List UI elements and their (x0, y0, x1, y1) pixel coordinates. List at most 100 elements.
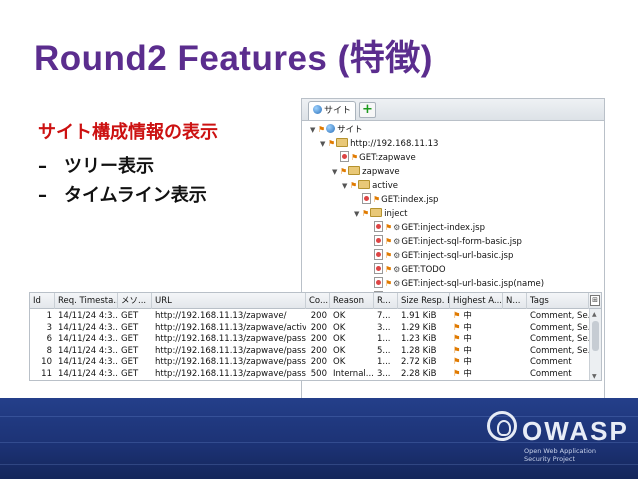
table-cell: 200 (310, 322, 327, 333)
gear-icon: ⚙ (393, 251, 401, 260)
table-cell: 200 (310, 334, 327, 345)
column-header[interactable]: N... (503, 293, 527, 309)
scroll-up-icon[interactable]: ▲ (592, 311, 597, 318)
table-cell: Comment, Se... (530, 334, 589, 345)
column-header[interactable]: Id (30, 293, 55, 309)
table-cell: 1.23 KiB (401, 334, 437, 345)
alert-flag-icon: ⚑ (453, 334, 464, 345)
alert-flag-icon: ⚑ (453, 345, 464, 356)
tree-node[interactable]: ▼ ⚑ zapwave (332, 165, 400, 179)
tree-node-label: GET:index.jsp (381, 195, 439, 205)
scroll-thumb[interactable] (592, 321, 599, 351)
gear-icon: ⚙ (393, 237, 401, 246)
column-header[interactable]: Co... (306, 293, 330, 309)
alert-flag-icon: ⚑ (453, 357, 464, 368)
alert-flag-icon: ⚑ (318, 125, 326, 134)
alert-flag-icon: ⚑ (385, 251, 393, 260)
alert-level: 中 (463, 357, 472, 368)
alert-flag-icon: ⚑ (340, 167, 348, 176)
table-cell: GET (121, 345, 139, 356)
bullet-item: – タイムライン表示 (38, 181, 207, 207)
table-row[interactable]: 6 14/11/24 4:3... GET http://192.168.11.13/… (30, 334, 590, 346)
column-header[interactable]: Tags (527, 293, 589, 309)
owasp-logo-icon (487, 411, 517, 441)
sites-tab-bar: サイト + (302, 99, 604, 121)
alert-flag-icon: ⚑ (385, 223, 393, 232)
vertical-scrollbar[interactable]: ▲ ▼ (589, 309, 601, 380)
tree-node[interactable]: ▼ ⚑ http://192.168.11.13 (320, 137, 438, 151)
expand-toggle-icon[interactable]: ▼ (320, 137, 328, 151)
tree-node[interactable]: ⚑GET:zapwave (332, 151, 416, 165)
expand-toggle-icon[interactable]: ▼ (354, 207, 362, 221)
table-cell: 3... (377, 322, 391, 333)
scroll-down-icon[interactable]: ▼ (592, 373, 597, 380)
tree-node[interactable]: ▼ ⚑ サイト (310, 123, 363, 137)
column-header[interactable]: メソ... (118, 293, 152, 309)
tree-node[interactable]: ⚑⚙GET:inject-sql-form-basic.jsp (366, 235, 522, 249)
alert-flag-icon: ⚑ (385, 265, 393, 274)
table-cell: 1.28 KiB (401, 345, 437, 356)
column-chooser-icon[interactable]: ⊞ (590, 295, 600, 306)
column-header[interactable]: Highest A... (450, 293, 503, 309)
table-cell: ⚑ 中 (450, 369, 503, 380)
file-icon (374, 221, 383, 232)
alert-flag-icon: ⚑ (453, 322, 464, 333)
table-cell: 1... (377, 334, 391, 345)
table-cell: OK (333, 311, 346, 321)
expand-toggle-icon[interactable]: ▼ (332, 165, 340, 179)
table-row[interactable]: 11 14/11/24 4:3... GET http://192.168.11.13… (30, 369, 590, 380)
alert-flag-icon: ⚑ (351, 153, 359, 162)
tree-node[interactable]: ⚑⚙GET:TODO (366, 263, 446, 277)
column-header[interactable]: Size Resp. B... (398, 293, 450, 309)
tree-node[interactable]: ⚑⚙GET:inject-sql-url-basic.jsp (366, 249, 513, 263)
table-row[interactable]: 10 14/11/24 4:3... GET http://192.168.11.13… (30, 357, 590, 369)
column-header[interactable]: R... (374, 293, 398, 309)
table-cell: http://192.168.11.13/zapwave/passive/i..… (155, 334, 306, 345)
table-row[interactable]: 1 14/11/24 4:3... GET http://192.168.11.13/… (30, 311, 590, 323)
table-cell: GET (121, 357, 139, 368)
tree-node[interactable]: ▼ ⚑ inject (354, 207, 408, 221)
expand-toggle-icon[interactable]: ▼ (310, 123, 318, 137)
column-header[interactable]: Reason (330, 293, 374, 309)
table-cell: 500 (310, 369, 327, 379)
tree-node[interactable]: ▼ ⚑ active (342, 179, 398, 193)
table-cell: ⚑ 中 (450, 334, 503, 346)
file-icon (374, 263, 383, 274)
slide-subhead: サイト構成情報の表示 (38, 122, 218, 143)
alert-flag-icon: ⚑ (453, 369, 464, 379)
table-cell: http://192.168.11.13/zapwave/active/in..… (155, 322, 306, 333)
tree-node[interactable]: ⚑GET:index.jsp (354, 193, 438, 207)
table-cell: 10 (41, 357, 52, 368)
table-row[interactable]: 8 14/11/24 4:3... GET http://192.168.11.13/… (30, 346, 590, 358)
table-cell: 1.29 KiB (401, 322, 437, 333)
column-header[interactable]: URL (152, 293, 306, 309)
table-cell: OK (333, 334, 346, 345)
owasp-tagline-line1: Open Web Application (524, 447, 596, 455)
table-cell: http://192.168.11.13/zapwave/ (155, 311, 287, 321)
column-header[interactable]: Req. Timesta... (55, 293, 118, 309)
table-cell: 14/11/24 4:3... (58, 369, 118, 379)
folder-icon (348, 166, 361, 175)
history-table: Id Req. Timesta... メソ... URL Co... Reason R...… (29, 292, 602, 381)
gear-icon: ⚙ (393, 279, 401, 288)
expand-toggle-icon[interactable]: ▼ (342, 179, 350, 193)
tab-sites[interactable]: サイト (308, 101, 356, 120)
table-cell: 2.28 KiB (401, 369, 437, 379)
tree-node[interactable]: ⚑⚙GET:inject-index.jsp (366, 221, 485, 235)
add-tab-button[interactable]: + (359, 102, 376, 118)
table-cell: 8 (46, 345, 52, 356)
tree-node[interactable]: ⚑⚙GET:inject-sql-url-basic.jsp(name) (366, 277, 544, 291)
table-cell: 14/11/24 4:3... (58, 357, 118, 368)
table-cell: http://192.168.11.13/zapwave/passive/i..… (155, 357, 306, 368)
table-cell: 6 (46, 334, 52, 345)
tree-node-label: GET:inject-sql-form-basic.jsp (401, 237, 522, 247)
table-row[interactable]: 3 14/11/24 4:3... GET http://192.168.11.13/… (30, 323, 590, 335)
table-cell: 14/11/24 4:3... (58, 311, 118, 321)
tab-sites-label: サイト (324, 106, 352, 116)
bullet-dash: – (38, 185, 47, 206)
alert-level: 中 (463, 345, 472, 356)
alert-flag-icon: ⚑ (385, 237, 393, 246)
table-cell: 200 (310, 311, 327, 321)
table-cell: ⚑ 中 (450, 323, 503, 335)
table-cell: OK (333, 322, 346, 333)
